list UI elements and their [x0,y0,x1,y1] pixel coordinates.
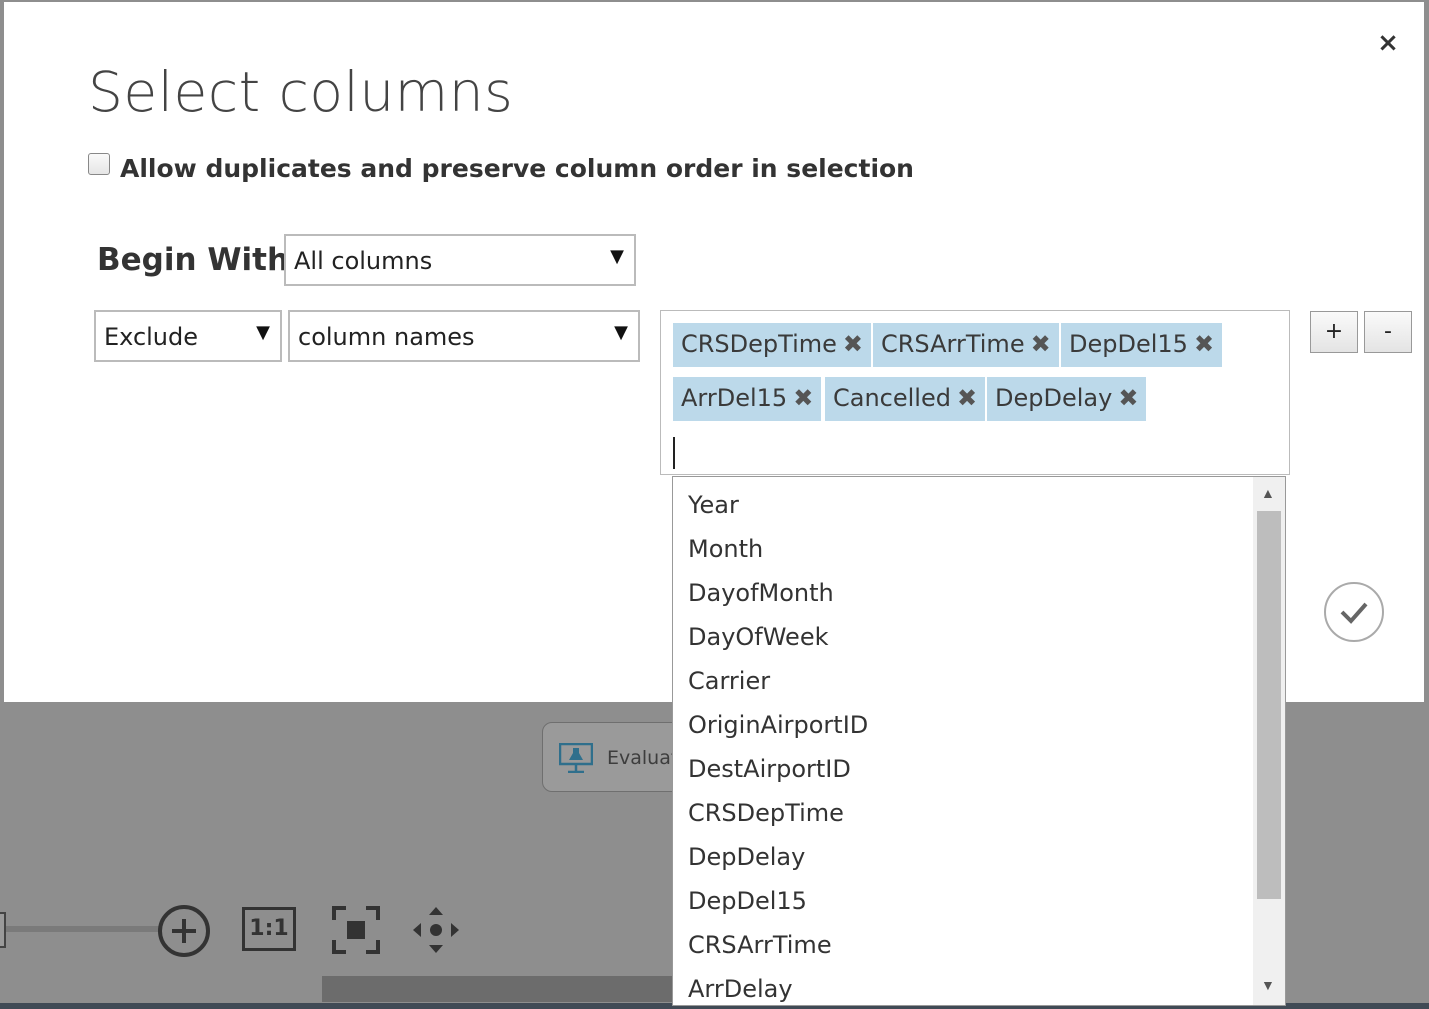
tag-label: DepDelay [995,384,1113,412]
remove-tag-icon[interactable]: ✖ [1194,330,1214,358]
chevron-down-icon: ▼ [610,246,624,267]
column-tag: Cancelled ✖ [825,377,986,421]
tag-label: Cancelled [833,384,951,412]
rule-type-select[interactable]: column names ▼ [288,310,640,362]
allow-duplicates-label[interactable]: Allow duplicates and preserve column ord… [120,154,914,183]
column-tag: DepDel15 ✖ [1061,323,1223,367]
column-tag: DepDelay ✖ [987,377,1147,421]
chevron-down-icon: ▼ [256,322,270,343]
begin-with-select[interactable]: All columns ▼ [284,234,636,286]
checkmark-icon [1340,602,1368,624]
evaluate-module-node[interactable]: Evaluate [542,722,692,792]
list-item[interactable]: CRSDepTime [688,799,844,827]
list-item[interactable]: CRSArrTime [688,931,832,959]
chevron-down-icon: ▼ [614,322,628,343]
column-tag: CRSArrTime ✖ [873,323,1059,367]
list-item[interactable]: DepDelay [688,843,805,871]
rule-mode-value: Exclude [104,323,199,351]
scroll-down-icon[interactable]: ▼ [1261,977,1275,993]
allow-duplicates-checkbox[interactable] [88,153,110,175]
dropdown-scrollbar[interactable]: ▲ ▼ [1253,477,1285,1005]
list-item[interactable]: DayofMonth [688,579,834,607]
actual-size-button[interactable]: 1:1 [242,907,296,951]
column-suggestions-dropdown[interactable]: Year Month DayofMonth DayOfWeek Carrier … [672,476,1286,1006]
zoom-slider-track[interactable] [0,926,160,932]
begin-with-label: Begin With [97,242,290,278]
ok-button[interactable] [1324,582,1384,642]
remove-tag-icon[interactable]: ✖ [1118,384,1138,412]
list-item[interactable]: DepDel15 [688,887,807,915]
dialog-title: Select columns [88,60,514,124]
fit-to-screen-icon[interactable] [332,906,380,954]
column-tag: ArrDel15 ✖ [673,377,822,421]
list-item[interactable]: DayOfWeek [688,623,828,651]
list-item[interactable]: Year [688,491,739,519]
begin-with-value: All columns [294,247,433,275]
zoom-slider-thumb[interactable] [0,912,6,948]
add-rule-button[interactable]: + [1310,311,1358,353]
zoom-in-icon[interactable] [156,903,212,959]
remove-rule-button[interactable]: - [1364,311,1412,353]
tag-label: ArrDel15 [681,384,788,412]
remove-tag-icon[interactable]: ✖ [1031,330,1051,358]
remove-tag-icon[interactable]: ✖ [843,330,863,358]
list-item[interactable]: Carrier [688,667,770,695]
experiment-flask-icon [559,743,593,773]
list-item[interactable]: Month [688,535,763,563]
list-item[interactable]: ArrDelay [688,975,793,1003]
list-item[interactable]: OriginAirportID [688,711,868,739]
list-item[interactable]: DestAirportID [688,755,851,783]
close-icon[interactable]: × [1376,30,1400,56]
text-caret [673,437,675,469]
column-tags-input[interactable]: CRSDepTime ✖ CRSArrTime ✖ DepDel15 ✖ ArrDel… [660,310,1290,475]
rule-mode-select[interactable]: Exclude ▼ [94,310,282,362]
remove-tag-icon[interactable]: ✖ [793,384,813,412]
tag-label: CRSDepTime [681,330,837,358]
canvas-horizontal-scrollbar[interactable] [322,976,682,1002]
tag-label: DepDel15 [1069,330,1188,358]
tag-label: CRSArrTime [881,330,1025,358]
column-tag: CRSDepTime ✖ [673,323,871,367]
scroll-up-icon[interactable]: ▲ [1261,485,1275,501]
remove-tag-icon[interactable]: ✖ [957,384,977,412]
scrollbar-thumb[interactable] [1257,511,1281,899]
pan-icon[interactable] [412,905,460,955]
rule-type-value: column names [298,323,475,351]
